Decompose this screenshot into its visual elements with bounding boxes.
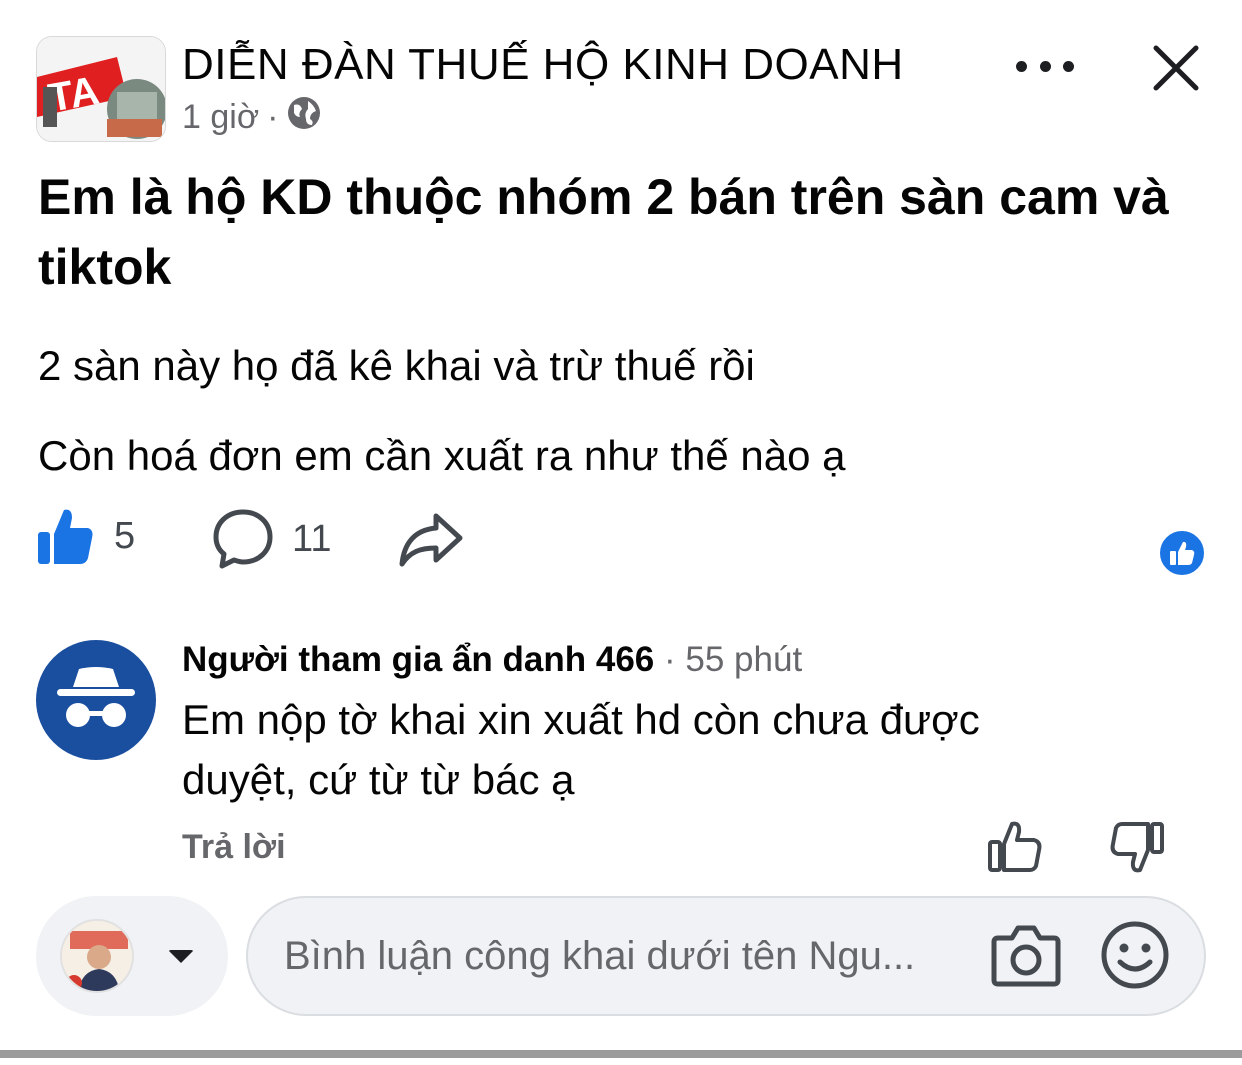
share-button[interactable]	[398, 510, 464, 568]
downvote-button[interactable]	[1108, 820, 1166, 874]
thumbs-up-outline-icon	[988, 821, 1042, 872]
reply-button[interactable]: Trả lời	[182, 828, 286, 867]
post-body-line-1: 2 sàn này họ đã kê khai và trừ thuế rồi	[38, 342, 755, 389]
globe-icon	[286, 95, 322, 140]
like-count: 5	[114, 514, 136, 557]
post-meta: 1 giờ ·	[182, 95, 322, 140]
post-time[interactable]: 1 giờ	[182, 98, 259, 137]
comment-composer[interactable]	[246, 896, 1206, 1016]
comment-text: Em nộp tờ khai xin xuất hd còn chưa được…	[182, 696, 980, 803]
emoji-smile-icon	[1101, 921, 1169, 989]
share-arrow-icon	[399, 513, 463, 567]
group-name[interactable]: DIỄN ĐÀN THUẾ HỘ KINH DOANH	[182, 40, 904, 90]
comment-button[interactable]: 11	[212, 508, 331, 570]
close-icon	[1153, 45, 1199, 91]
emoji-button[interactable]	[1100, 920, 1170, 990]
comment-author-line: Người tham gia ẩn danh 466 · 55 phút	[182, 640, 802, 680]
comment-separator: ·	[664, 640, 676, 679]
comment-count: 11	[292, 517, 332, 560]
commenter-avatar[interactable]	[36, 640, 156, 760]
close-button[interactable]	[1150, 42, 1202, 94]
post-title: Em là hộ KD thuộc nhóm 2 bán trên sàn ca…	[38, 169, 1169, 295]
like-reaction-icon[interactable]	[1157, 528, 1207, 578]
more-horizontal-icon	[1016, 60, 1027, 72]
meta-separator: ·	[267, 98, 279, 136]
identity-switcher[interactable]	[36, 896, 228, 1016]
comment-input[interactable]	[284, 933, 964, 979]
anonymous-incognito-icon	[57, 667, 135, 727]
comment-time[interactable]: 55 phút	[685, 640, 802, 679]
thumbs-down-outline-icon	[1110, 822, 1164, 873]
bottom-divider	[0, 1050, 1242, 1058]
caret-down-icon	[168, 949, 194, 963]
upvote-button[interactable]	[986, 820, 1044, 874]
post-body-line-2: Còn hoá đơn em cần xuất ra như thế nào ạ	[38, 432, 846, 479]
camera-icon	[991, 925, 1061, 987]
comment-bubble-icon	[213, 509, 273, 569]
group-avatar[interactable]: TA	[36, 36, 166, 142]
more-options-button[interactable]	[1016, 48, 1074, 84]
user-avatar	[60, 919, 134, 993]
like-button[interactable]: 5	[36, 506, 135, 566]
thumbs-up-filled-icon	[38, 509, 93, 564]
comment-author[interactable]: Người tham gia ẩn danh 466	[182, 640, 654, 679]
camera-button[interactable]	[990, 922, 1062, 988]
